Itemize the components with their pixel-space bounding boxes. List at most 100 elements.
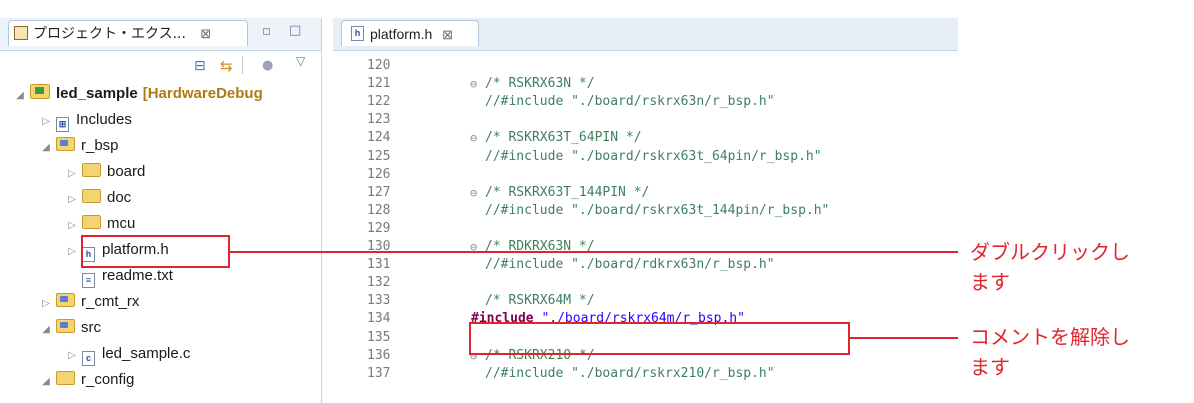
- tree-item-mcu[interactable]: ▷ mcu: [66, 211, 135, 237]
- tree-item-label: readme.txt: [102, 267, 173, 284]
- source-folder-icon: [56, 137, 75, 151]
- tree-item-label: src: [81, 319, 101, 336]
- explorer-tab-title: プロジェクト・エクス...: [33, 26, 186, 42]
- code-line-122: //#include "./board/rskrx63n/r_bsp.h": [485, 94, 775, 110]
- tree-item-includes[interactable]: ▷ ⊞ Includes: [40, 107, 132, 133]
- include-line-highlight-box: [469, 322, 850, 355]
- line-number: 131: [367, 257, 391, 273]
- fold-toggle-icon[interactable]: ⊖: [470, 75, 477, 93]
- line-number: 133: [367, 293, 391, 309]
- collapsed-arrow-icon[interactable]: ▷: [66, 187, 78, 213]
- collapse-all-icon[interactable]: ⊟: [194, 58, 206, 74]
- fold-toggle-icon[interactable]: ⊖: [470, 129, 477, 147]
- line-number: 125: [367, 148, 391, 164]
- link-with-editor-icon[interactable]: ⇆: [220, 57, 233, 75]
- line-number: 122: [367, 94, 391, 110]
- project-explorer-icon: [14, 26, 28, 40]
- code-line-130: /* RDKRX63N */: [485, 239, 595, 254]
- collapsed-arrow-icon[interactable]: ▷: [66, 161, 78, 187]
- platform-h-highlight-box: [81, 235, 230, 268]
- tree-item-label: doc: [107, 189, 132, 206]
- line-number: 123: [367, 112, 391, 128]
- line-number: 134: [367, 311, 391, 327]
- project-icon: [30, 84, 50, 99]
- project-explorer-panel: プロジェクト・エクス... ⊠ ▫ □ ⊟ ⇆ ● ▽ ◢ led_sample[…: [0, 18, 322, 403]
- tab-platform-h[interactable]: h platform.h ⊠: [341, 20, 479, 46]
- tree-item-label: led_sample.c: [102, 345, 191, 362]
- tree-item-led-sample-c[interactable]: ▷ c led_sample.c: [66, 341, 190, 367]
- line-number: 120: [367, 58, 391, 73]
- source-folder-icon: [56, 293, 75, 307]
- tree-item-label: Includes: [76, 111, 132, 128]
- line-number: 127: [367, 184, 391, 200]
- folder-icon: [56, 371, 75, 385]
- source-folder-icon: [56, 319, 75, 333]
- tree-item-label: board: [107, 163, 146, 180]
- line-number: 136: [367, 347, 391, 363]
- tree-item-src[interactable]: ◢ src: [40, 315, 101, 341]
- include-callout-line: [850, 337, 958, 339]
- tree-item-label: r_bsp: [81, 137, 119, 154]
- line-number: 135: [367, 329, 391, 345]
- editor-tab-bar: h platform.h ⊠: [333, 18, 958, 51]
- close-icon[interactable]: ⊠: [442, 27, 453, 42]
- tab-project-explorer[interactable]: プロジェクト・エクス... ⊠: [8, 20, 248, 46]
- tree-item-r-config[interactable]: ◢ r_config: [40, 367, 134, 393]
- c-file-icon: c: [82, 351, 95, 366]
- maximize-icon[interactable]: □: [289, 23, 301, 38]
- code-line-121: /* RSKRX63N */: [485, 76, 595, 92]
- tree-item-r-bsp[interactable]: ◢ r_bsp: [40, 133, 119, 159]
- collapsed-arrow-icon[interactable]: ▷: [40, 109, 52, 135]
- line-number: 124: [367, 130, 391, 146]
- folder-icon: [82, 215, 101, 229]
- expanded-arrow-icon[interactable]: ◢: [40, 135, 52, 161]
- includes-icon: ⊞: [56, 117, 69, 132]
- tree-item-label: r_config: [81, 371, 135, 388]
- code-line-124: /* RSKRX63T_64PIN */: [485, 130, 642, 146]
- line-number: 128: [367, 202, 391, 218]
- expanded-arrow-icon[interactable]: ◢: [40, 317, 52, 343]
- double-click-note-line1: ダブルクリックし: [970, 240, 1130, 264]
- line-number: 137: [367, 365, 391, 381]
- tree-item-r-cmt-rx[interactable]: ▷ r_cmt_rx: [40, 289, 139, 315]
- collapsed-arrow-icon[interactable]: ▷: [40, 291, 52, 317]
- line-number: 132: [367, 275, 391, 291]
- tree-item-label: r_cmt_rx: [81, 293, 140, 310]
- folder-icon: [82, 163, 101, 177]
- code-line-131: //#include "./board/rdkrx63n/r_bsp.h": [485, 257, 775, 273]
- header-file-icon: h: [351, 26, 364, 41]
- folder-icon: [82, 189, 101, 203]
- line-number: 121: [367, 76, 391, 92]
- collapsed-arrow-icon[interactable]: ▷: [66, 239, 78, 265]
- code-line-137: //#include "./board/rskrx210/r_bsp.h": [485, 365, 775, 381]
- expanded-arrow-icon[interactable]: ◢: [40, 369, 52, 395]
- tree-item-label: led_sample: [56, 85, 138, 102]
- expanded-arrow-icon[interactable]: ◢: [14, 83, 26, 109]
- toolbar-separator: [242, 56, 243, 74]
- line-number: 126: [367, 166, 391, 182]
- tree-item-label: mcu: [107, 215, 136, 232]
- code-line-133: /* RSKRX64M */: [485, 293, 595, 309]
- line-number: 129: [367, 220, 391, 236]
- double-click-note-line2: ます: [970, 270, 1010, 294]
- close-icon[interactable]: ⊠: [200, 27, 211, 42]
- view-menu-icon[interactable]: ▽: [296, 54, 305, 68]
- tree-item-doc[interactable]: ▷ doc: [66, 185, 131, 211]
- minimize-icon[interactable]: ▫: [262, 24, 271, 39]
- tree-item-board[interactable]: ▷ board: [66, 159, 145, 185]
- code-line-128: //#include "./board/rskrx63t_144pin/r_bs…: [485, 202, 830, 218]
- editor-tab-title: platform.h: [370, 26, 433, 42]
- uncomment-note-line2: ます: [970, 355, 1010, 379]
- tree-item-led-sample[interactable]: ◢ led_sample [HardwareDebug: [14, 81, 263, 107]
- collapsed-arrow-icon[interactable]: ▷: [66, 343, 78, 369]
- text-file-icon: ≡: [82, 273, 95, 288]
- fold-toggle-icon[interactable]: ⊖: [470, 238, 477, 256]
- collapsed-arrow-icon[interactable]: ▷: [66, 213, 78, 239]
- filter-icon[interactable]: ●: [262, 58, 273, 73]
- code-line-125: //#include "./board/rskrx63t_64pin/r_bsp…: [485, 148, 822, 164]
- uncomment-note-line1: コメントを解除し: [970, 325, 1130, 349]
- line-number: 130: [367, 239, 391, 254]
- explorer-tab-bar: プロジェクト・エクス... ⊠ ▫ □: [0, 18, 321, 51]
- code-line-127: /* RSKRX63T_144PIN */: [485, 184, 650, 200]
- fold-toggle-icon[interactable]: ⊖: [470, 184, 477, 202]
